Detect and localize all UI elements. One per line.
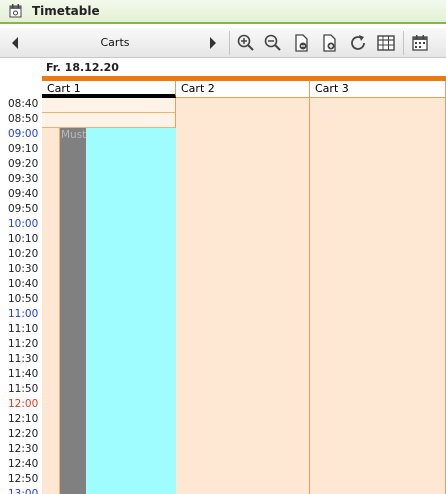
- time-slot-label: 10:30: [8, 263, 39, 275]
- window-title: Timetable: [32, 4, 100, 18]
- time-slot[interactable]: [42, 98, 175, 113]
- appointment-status-bar: [60, 128, 86, 494]
- page-minus-icon[interactable]: [292, 33, 312, 53]
- column-header-cart-1[interactable]: Cart 1: [42, 81, 176, 98]
- column-header-cart-3[interactable]: Cart 3: [310, 81, 446, 98]
- time-slot-label: 12:50: [8, 473, 39, 485]
- time-slot-label: 11:30: [8, 353, 39, 365]
- time-slot-label: 10:50: [8, 293, 39, 305]
- page-plus-icon[interactable]: [320, 33, 340, 53]
- zoom-in-icon[interactable]: [236, 33, 256, 53]
- time-slot-label: 12:30: [8, 443, 39, 455]
- column-header-cart-2[interactable]: Cart 2: [176, 81, 310, 98]
- time-slot-label: 11:50: [8, 383, 39, 395]
- time-slot-label: 12:00: [8, 398, 39, 410]
- time-slot-label: 09:00: [8, 128, 39, 140]
- appointment-label: Must: [61, 129, 87, 141]
- time-slot-label: 10:40: [8, 278, 39, 290]
- time-slot[interactable]: [42, 113, 175, 128]
- refresh-icon[interactable]: [348, 33, 368, 53]
- toolbar-separator: [403, 31, 404, 55]
- time-slot-label: 10:20: [8, 248, 39, 260]
- column-header-label: Cart 3: [315, 82, 349, 95]
- date-label: Fr. 18.12.20: [46, 61, 119, 74]
- time-slot-label: 08:40: [8, 98, 39, 110]
- time-slot-label: 11:10: [8, 323, 39, 335]
- time-slot-label: 12:40: [8, 458, 39, 470]
- time-slot-label: 10:00: [8, 218, 39, 230]
- time-slot-label: 11:40: [8, 368, 39, 380]
- column-header-label: Cart 2: [181, 82, 215, 95]
- next-icon[interactable]: [206, 35, 220, 51]
- time-slot-label: 09:30: [8, 173, 39, 185]
- calendar-icon[interactable]: [410, 33, 430, 53]
- time-slot-label: 12:20: [8, 428, 39, 440]
- time-slot-label: 11:20: [8, 338, 39, 350]
- time-slot-label: 13:00: [8, 488, 39, 494]
- date-header: Fr. 18.12.20: [0, 58, 446, 76]
- previous-icon[interactable]: [8, 35, 22, 51]
- toolbar-separator: [229, 31, 230, 55]
- time-slot-label: 12:10: [8, 413, 39, 425]
- time-slot-label: 09:40: [8, 188, 39, 200]
- timetable-icon: [9, 4, 22, 21]
- time-slot-label: 09:50: [8, 203, 39, 215]
- table-icon[interactable]: [376, 33, 396, 53]
- window-titlebar: Timetable: [0, 0, 446, 24]
- view-label[interactable]: Carts: [30, 36, 200, 49]
- column-header-label: Cart 1: [47, 82, 81, 95]
- column-cart-2[interactable]: [176, 98, 310, 494]
- time-slot-label: 08:50: [8, 113, 39, 125]
- time-slot-label: 09:20: [8, 158, 39, 170]
- time-slot-label: 11:00: [8, 308, 39, 320]
- toolbar: Carts: [0, 28, 446, 58]
- time-slot-label: 10:10: [8, 233, 39, 245]
- time-slot-label: 09:10: [8, 143, 39, 155]
- column-cart-3[interactable]: [310, 98, 446, 494]
- appointment-block[interactable]: Must: [59, 128, 176, 494]
- zoom-out-icon[interactable]: [263, 33, 283, 53]
